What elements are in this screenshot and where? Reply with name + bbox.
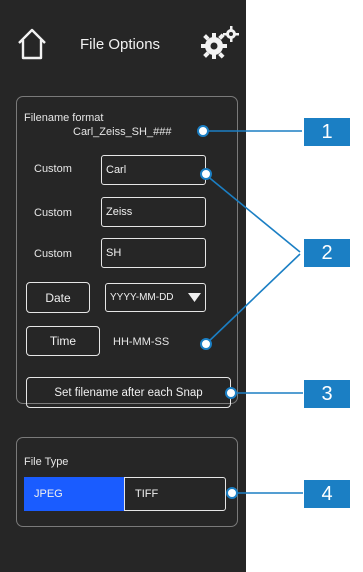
callout-2: 2 [304,239,350,267]
callout-4: 4 [304,480,350,508]
callout-3: 3 [304,380,350,408]
callout-1: 1 [304,118,350,146]
